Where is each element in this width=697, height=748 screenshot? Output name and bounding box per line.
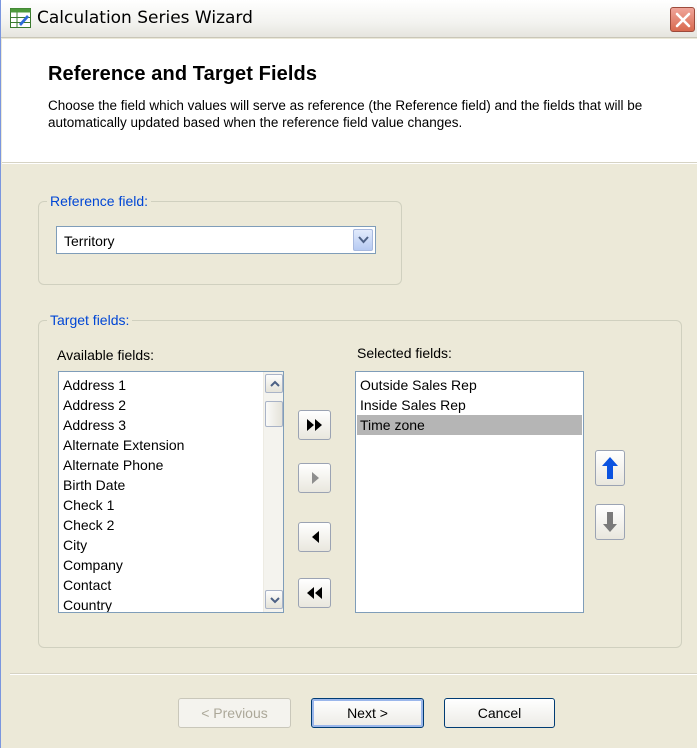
list-item[interactable]: Alternate Phone bbox=[63, 455, 163, 475]
list-item[interactable]: City bbox=[63, 535, 87, 555]
list-item[interactable]: Inside Sales Rep bbox=[360, 395, 466, 415]
spreadsheet-wizard-icon bbox=[10, 8, 31, 28]
up-arrow-icon bbox=[602, 457, 618, 479]
list-item[interactable]: Country bbox=[63, 595, 112, 612]
scroll-up-button[interactable] bbox=[265, 374, 283, 393]
selected-fields-label: Selected fields: bbox=[357, 345, 452, 361]
double-right-arrow-icon bbox=[307, 419, 322, 431]
header-divider bbox=[2, 162, 697, 164]
list-item[interactable]: Birth Date bbox=[63, 475, 125, 495]
scroll-thumb[interactable] bbox=[265, 401, 283, 427]
available-fields-list[interactable]: Address 1 Address 2 Address 3 Alternate … bbox=[58, 371, 284, 613]
down-arrow-icon bbox=[603, 512, 617, 532]
list-item-selected[interactable]: Time zone bbox=[357, 415, 582, 435]
footer-divider bbox=[10, 673, 697, 675]
available-list-scrollbar[interactable] bbox=[263, 372, 283, 612]
close-button[interactable] bbox=[670, 7, 695, 32]
next-button[interactable]: Next > bbox=[311, 698, 424, 728]
selected-fields-list[interactable]: Outside Sales Rep Inside Sales Rep Time … bbox=[355, 371, 584, 613]
window-title: Calculation Series Wizard bbox=[37, 8, 253, 28]
page-title: Reference and Target Fields bbox=[48, 63, 318, 85]
list-item[interactable]: Company bbox=[63, 555, 123, 575]
remove-button[interactable] bbox=[298, 522, 331, 552]
close-x-icon bbox=[675, 12, 691, 28]
list-item[interactable]: Alternate Extension bbox=[63, 435, 184, 455]
reference-field-legend: Reference field: bbox=[47, 193, 152, 209]
left-arrow-icon bbox=[312, 531, 319, 543]
double-left-arrow-icon bbox=[307, 587, 322, 599]
list-item[interactable]: Contact bbox=[63, 575, 111, 595]
chevron-up-icon bbox=[270, 380, 280, 387]
remove-all-button[interactable] bbox=[298, 578, 331, 608]
target-fields-legend: Target fields: bbox=[47, 312, 133, 328]
add-all-button[interactable] bbox=[298, 410, 331, 440]
list-item[interactable]: Check 2 bbox=[63, 515, 114, 535]
reference-field-dropdown[interactable]: Territory bbox=[56, 226, 376, 254]
list-item[interactable]: Address 1 bbox=[63, 375, 126, 395]
chevron-down-icon bbox=[358, 236, 369, 244]
right-arrow-icon bbox=[312, 472, 319, 484]
available-fields-label: Available fields: bbox=[57, 347, 155, 363]
list-item[interactable]: Address 2 bbox=[63, 395, 126, 415]
scroll-down-button[interactable] bbox=[265, 590, 283, 609]
title-bar[interactable]: Calculation Series Wizard bbox=[1, 0, 697, 38]
dropdown-button[interactable] bbox=[353, 229, 373, 251]
reference-field-value: Territory bbox=[64, 233, 115, 249]
list-item[interactable]: Outside Sales Rep bbox=[360, 375, 477, 395]
wizard-header: Reference and Target Fields Choose the f… bbox=[2, 39, 697, 162]
list-item[interactable]: Check 1 bbox=[63, 495, 114, 515]
page-description: Choose the field which values will serve… bbox=[48, 98, 643, 130]
move-down-button[interactable] bbox=[595, 504, 625, 540]
list-item[interactable]: Address 3 bbox=[63, 415, 126, 435]
add-button[interactable] bbox=[298, 463, 331, 493]
wizard-window: Calculation Series Wizard Reference and … bbox=[0, 0, 697, 748]
move-up-button[interactable] bbox=[595, 450, 625, 486]
previous-button[interactable]: < Previous bbox=[178, 698, 291, 728]
chevron-down-icon bbox=[270, 597, 280, 604]
cancel-button[interactable]: Cancel bbox=[444, 698, 555, 728]
